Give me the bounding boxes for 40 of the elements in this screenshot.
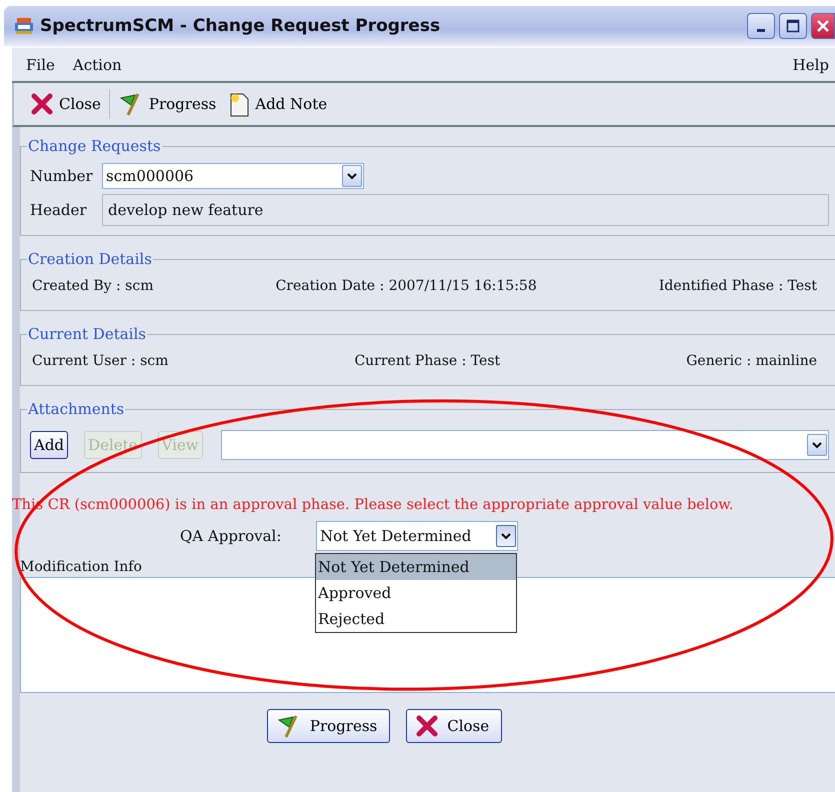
app-icon [14,17,34,35]
detail-text: Identified Phase : Test [658,278,817,294]
close-icon [30,92,54,116]
dropdown-option[interactable]: Not Yet Determined [316,554,516,580]
field-label: Modification Info [20,559,142,575]
note-icon [228,91,250,117]
number-dropdown[interactable]: scm000006 [102,163,364,189]
close-icon [816,19,830,33]
toolbar-button[interactable]: Add Note [224,89,332,119]
window-title: SpectrumSCM - Change Request Progress [40,16,440,36]
dialog-button[interactable]: Progress [266,709,390,743]
group-title: Creation Details [27,250,153,268]
dropdown-option[interactable]: Rejected [316,606,516,632]
group-title: Attachments [27,400,126,418]
detail-text: Generic : mainline [686,353,817,369]
minimize-button[interactable] [747,13,775,39]
toolbar-button[interactable]: Close [26,90,105,118]
toolbar-button[interactable]: Progress [114,90,220,118]
field-label: Header [30,201,88,219]
menu-item[interactable]: Help [792,56,829,74]
dialog-button[interactable]: Close [406,709,502,743]
header-field: develop new feature [102,194,829,226]
group-title: Change Requests [27,137,162,155]
attachment-button[interactable]: Add [30,431,68,459]
menu-item[interactable]: Action [72,56,122,74]
close-icon [415,714,440,738]
maximize-icon [786,19,800,33]
maximize-button[interactable] [779,13,807,39]
dropdown-option[interactable]: Approved [316,580,516,606]
close-button[interactable] [811,13,835,39]
detail-text: Current User : scm [32,353,168,369]
detail-text: Current Phase : Test [354,353,500,369]
menu-item[interactable]: File [26,56,55,74]
field-label: Number [30,167,94,185]
minimize-icon [757,28,765,32]
detail-text: Creation Date : 2007/11/15 16:15:58 [276,278,537,294]
detail-text: Created By : scm [32,278,154,294]
field-label: QA Approval: [180,527,282,545]
approval-dropdown[interactable]: Not Yet Determined [316,521,518,551]
group-title: Current Details [27,325,147,343]
